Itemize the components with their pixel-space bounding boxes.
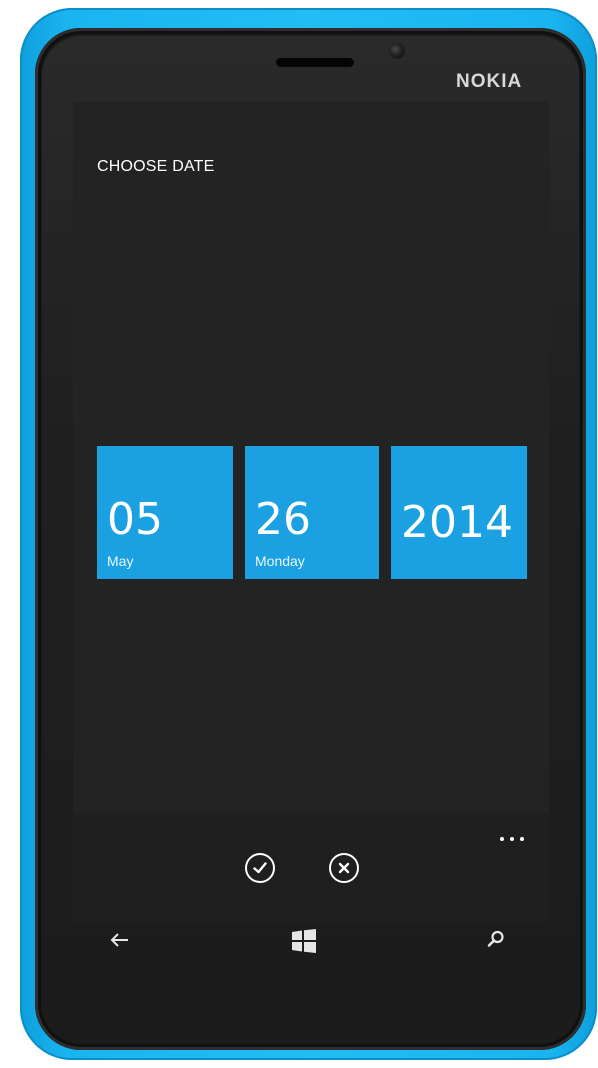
earpiece-speaker [276, 58, 354, 67]
brand-logo: NOKIA [456, 71, 523, 92]
search-icon[interactable] [487, 930, 505, 948]
windows-start-icon[interactable] [292, 929, 316, 953]
year-tile[interactable]: 2014 [391, 446, 527, 579]
front-camera [389, 43, 405, 59]
dot [510, 837, 514, 841]
year-value: 2014 [401, 497, 513, 548]
back-arrow-icon[interactable] [110, 932, 130, 948]
month-value: 05 [107, 494, 163, 545]
screen: CHOOSE DATE 05 May 26 Monday 2014 [73, 101, 549, 922]
dot [500, 837, 504, 841]
accept-button[interactable] [245, 853, 275, 883]
weekday-name: Monday [255, 553, 305, 569]
close-icon [338, 862, 350, 874]
dot [520, 837, 524, 841]
cancel-button[interactable] [329, 853, 359, 883]
app-bar [73, 813, 549, 922]
more-options-icon[interactable] [500, 835, 524, 843]
check-icon [253, 862, 267, 874]
day-value: 26 [255, 494, 311, 545]
day-tile[interactable]: 26 Monday [245, 446, 379, 579]
month-name: May [107, 553, 134, 569]
page-title: CHOOSE DATE [97, 158, 215, 175]
month-tile[interactable]: 05 May [97, 446, 233, 579]
